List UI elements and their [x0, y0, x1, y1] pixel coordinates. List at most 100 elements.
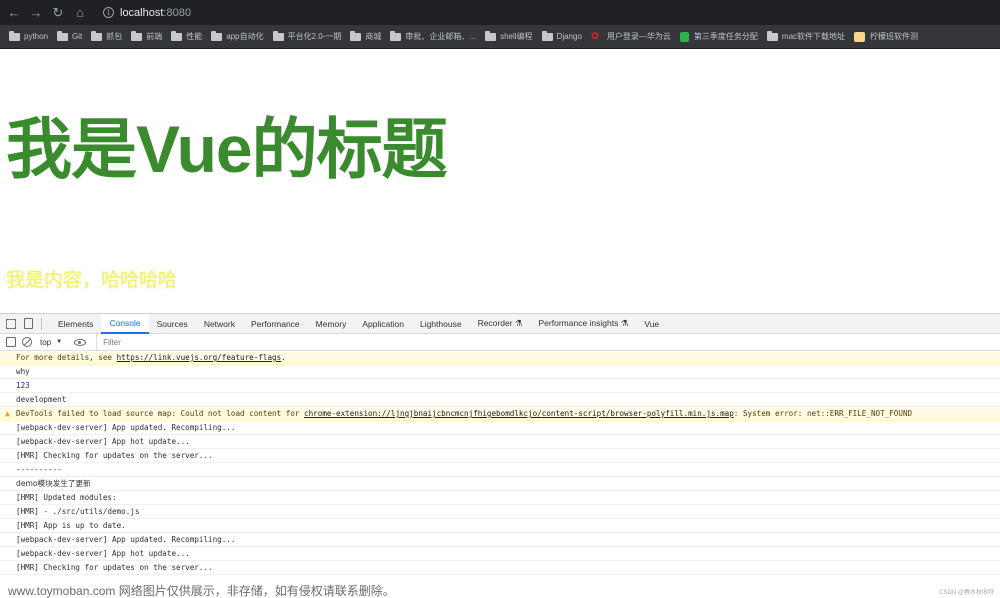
bookmark-label: 前端: [146, 32, 163, 41]
bookmark-label: shell编程: [500, 32, 533, 41]
console-message: why: [0, 365, 1000, 379]
folder-icon: [131, 30, 143, 41]
live-expression-eye-icon[interactable]: [74, 338, 87, 346]
reload-icon[interactable]: ↻: [47, 0, 69, 25]
device-toolbar-icon[interactable]: [24, 318, 33, 329]
huawei-icon: ✿: [590, 30, 600, 42]
devtools-tabbar: Elements Console Sources Network Perform…: [0, 313, 1000, 334]
bookmark-label: app自动化: [226, 32, 264, 41]
tab-application[interactable]: Application: [354, 314, 412, 334]
divider: [41, 317, 42, 330]
context-select[interactable]: top ▼: [40, 338, 62, 347]
folder-icon: [541, 30, 553, 41]
folder-icon: [211, 30, 223, 41]
home-icon[interactable]: ⌂: [69, 0, 91, 25]
bookmark-label: mac软件下载地址: [781, 32, 846, 41]
console-message: [HMR] Checking for updates on the server…: [0, 561, 1000, 575]
bookmark-item[interactable]: python: [9, 30, 49, 41]
folder-icon: [9, 30, 20, 41]
bookmark-label: 第三季度任务分配: [693, 32, 758, 41]
tab-memory[interactable]: Memory: [308, 314, 355, 334]
devtools-panel: Elements Console Sources Network Perform…: [0, 313, 1000, 598]
bookmark-label: Django: [556, 32, 582, 41]
bookmark-item[interactable]: 性能: [171, 30, 203, 42]
bookmark-item[interactable]: 审批、企业邮箱、...: [390, 30, 477, 42]
bookmark-item[interactable]: mac软件下载地址: [766, 30, 846, 42]
console-message: [HMR] App is up to date.: [0, 519, 1000, 533]
sidebar-toggle-icon[interactable]: [6, 337, 16, 347]
page-content: 我是内容，哈哈哈哈: [6, 270, 178, 291]
console-message: 123: [0, 379, 1000, 393]
bookmark-item[interactable]: app自动化: [211, 30, 264, 42]
console-message: [webpack-dev-server] App updated. Recomp…: [0, 421, 1000, 435]
folder-icon: [272, 30, 284, 41]
chevron-down-icon: ▼: [56, 339, 63, 345]
folder-icon: [485, 30, 497, 41]
folder-icon: [350, 30, 362, 41]
bookmark-item[interactable]: 商城: [350, 30, 382, 42]
bookmark-item[interactable]: 前端: [131, 30, 163, 42]
browser-toolbar: ← → ↻ ⌂ i localhost:8080: [0, 0, 1000, 25]
tab-lighthouse[interactable]: Lighthouse: [412, 314, 470, 334]
clear-console-icon[interactable]: [22, 337, 32, 347]
site-info-icon[interactable]: i: [103, 7, 114, 18]
forward-icon[interactable]: →: [25, 0, 47, 25]
bookmark-item[interactable]: 平台化2.0-一期: [272, 30, 342, 42]
console-message: [webpack-dev-server] App hot update...: [0, 435, 1000, 449]
bookmark-item[interactable]: shell编程: [485, 30, 533, 42]
console-message: demo模块发生了更新: [0, 477, 1000, 491]
bookmark-label: 平台化2.0-一期: [287, 32, 342, 41]
inspect-element-icon[interactable]: [6, 318, 16, 329]
tab-sources[interactable]: Sources: [149, 314, 196, 334]
tab-recorder[interactable]: Recorder ⚗: [470, 314, 531, 334]
bookmark-item[interactable]: Git: [57, 30, 83, 41]
console-filter-input[interactable]: Filter: [96, 333, 121, 351]
bookmark-label: 性能: [186, 32, 203, 41]
bookmark-item[interactable]: 抓包: [91, 30, 123, 42]
console-message: [HMR] - ./src/utils/demo.js: [0, 505, 1000, 519]
console-toolbar: top ▼ Filter: [0, 333, 1000, 351]
console-link[interactable]: https://link.vuejs.org/feature-flags: [117, 353, 282, 362]
bookmark-label: 审批、企业邮箱、...: [405, 32, 477, 41]
tab-elements[interactable]: Elements: [50, 314, 101, 334]
console-message: For more details, see https://link.vuejs…: [0, 351, 1000, 365]
lemon-icon: [854, 31, 866, 42]
warning-icon: ▲: [5, 409, 10, 418]
page-title: 我是Vue的标题: [6, 112, 448, 186]
bookmark-label: Git: [72, 32, 83, 41]
folder-icon: [91, 30, 103, 41]
bookmark-label: 抓包: [106, 32, 123, 41]
console-link[interactable]: chrome-extension://ljngjbnaijcbncmcnjfhi…: [304, 409, 734, 418]
console-message: [webpack-dev-server] App updated. Recomp…: [0, 533, 1000, 547]
bookmark-label: 用户登录—华为云: [606, 32, 671, 41]
console-message: development: [0, 393, 1000, 407]
tab-network[interactable]: Network: [196, 314, 243, 334]
back-icon[interactable]: ←: [3, 0, 25, 25]
bookmark-item[interactable]: 第三季度任务分配: [679, 31, 758, 42]
bookmark-label: 柠檬班软件测: [870, 32, 919, 41]
context-label: top: [40, 337, 52, 347]
address-bar[interactable]: i localhost:8080: [97, 3, 191, 23]
url-host: localhost: [120, 6, 164, 19]
bookmark-item[interactable]: Django: [541, 30, 582, 41]
console-warning: ▲ DevTools failed to load source map: Cou…: [0, 407, 1000, 421]
bookmark-item[interactable]: 柠檬班软件测: [854, 31, 918, 42]
tab-performance-insights[interactable]: Performance insights ⚗: [531, 314, 637, 334]
tab-performance[interactable]: Performance: [243, 314, 308, 334]
bookmark-label: python: [24, 32, 49, 41]
folder-icon: [766, 30, 778, 41]
credit-text: CSDN @春水秋收呀: [939, 590, 994, 596]
tab-vue[interactable]: Vue: [636, 314, 667, 334]
folder-icon: [390, 30, 402, 41]
console-message: [HMR] Checking for updates on the server…: [0, 449, 1000, 463]
folder-icon: [57, 30, 69, 41]
console-message: [HMR] Updated modules:: [0, 491, 1000, 505]
console-message: ----------: [0, 463, 1000, 477]
sheet-icon: [679, 31, 689, 42]
tab-console[interactable]: Console: [101, 313, 149, 334]
console-message: [webpack-dev-server] App hot update...: [0, 547, 1000, 561]
bookmarks-bar: python Git 抓包 前端 性能 app自动化 平台化2.0-一期 商城 审批、企业邮箱、…: [0, 25, 1000, 49]
bookmark-item[interactable]: ✿ 用户登录—华为云: [591, 31, 671, 42]
bookmark-label: 商城: [365, 32, 382, 41]
console-output: For more details, see https://link.vuejs…: [0, 351, 1000, 575]
